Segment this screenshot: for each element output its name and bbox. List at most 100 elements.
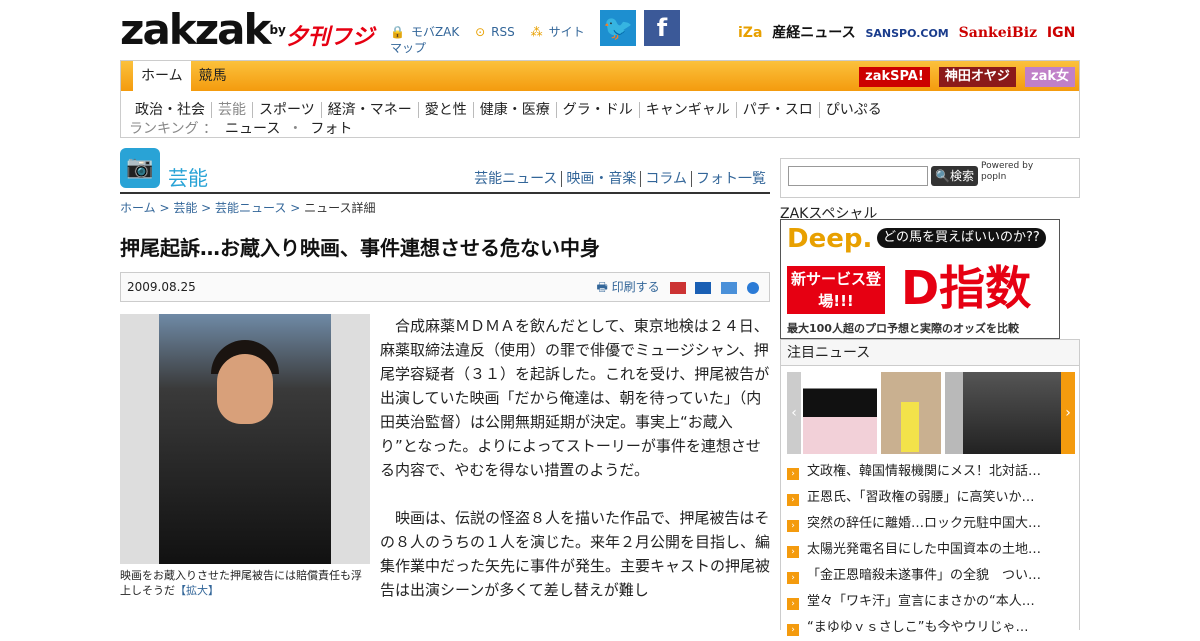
news-item[interactable]: › “まゆゆｖｓさしこ”も今やウリじゃ…	[787, 615, 1077, 641]
news-item[interactable]: › 文政権、韓国情報機関にメス！北対話…	[787, 459, 1077, 485]
cat-politics[interactable]: 政治・社会	[129, 102, 212, 118]
printer-icon[interactable]: 🖶	[597, 280, 608, 294]
sitemap-icon: ⁂	[530, 25, 543, 39]
breadcrumb: ホーム > 芸能 > 芸能ニュース > ニュース詳細	[120, 201, 376, 215]
sankei-news-logo[interactable]: 産経ニュース	[772, 25, 855, 41]
crumb-home[interactable]: ホーム	[120, 201, 156, 215]
cat-campaign-girl[interactable]: キャンギャル	[639, 102, 737, 118]
ign-logo[interactable]: IGN	[1047, 25, 1075, 41]
bookmark-2-icon[interactable]	[695, 281, 712, 294]
tab-home[interactable]: ホーム	[133, 61, 191, 91]
rss-icon: ⊙	[475, 25, 486, 39]
news-item[interactable]: › 堂々「ワキ汗」宣言にまさかの“本人…	[787, 589, 1077, 615]
sanspo-logo[interactable]: SANSPO.COM	[865, 27, 948, 40]
ranking-label: ランキング ：	[129, 121, 218, 137]
news-item[interactable]: › 「金正恩暗殺未遂事件」の全貌 つい…	[787, 563, 1077, 589]
crumb-current: ニュース詳細	[304, 201, 376, 215]
section-link-column[interactable]: コラム	[640, 171, 691, 187]
print-link[interactable]: 印刷する	[612, 280, 660, 294]
focus-news-title: 注目ニュース	[781, 340, 1079, 366]
ad-title: D指数	[901, 261, 1032, 315]
paragraph: 合成麻薬ＭＤＭＡを飲んだとして、東京地検は２４日、麻薬取締法違反（使用）の罪で俳…	[380, 317, 770, 479]
cat-health[interactable]: 健康・医療	[473, 102, 557, 118]
clip-icon[interactable]	[721, 281, 738, 294]
focus-news-list: › 文政権、韓国情報機関にメス！北対話… › 正恩氏、「習政権の弱腰」に高笑いか… …	[787, 459, 1077, 641]
facebook-icon[interactable]: f	[644, 10, 680, 46]
focus-news-box: 注目ニュース ‹ › › 文政権、韓国情報機関にメス！北対話… › 正恩氏、「習政権…	[780, 339, 1080, 636]
chevron-right-icon: ›	[787, 520, 799, 532]
iza-logo[interactable]: iZa	[738, 25, 762, 41]
kanda-oyaji-banner[interactable]: 神田オヤジ	[938, 67, 1016, 87]
ad-brand: Deep.	[787, 224, 873, 254]
carousel-thumb[interactable]	[803, 372, 877, 454]
bookmark-1-icon[interactable]	[669, 281, 686, 294]
section-links: 芸能ニュース 映画・音楽 コラム フォト一覧	[470, 168, 770, 188]
ranking-sep: ・	[288, 121, 303, 137]
article-tools: 🖶 印刷する	[597, 273, 759, 301]
zakspa-banner[interactable]: zakSPA!	[859, 67, 930, 87]
ad-badge: 新サービス登場!!!	[787, 266, 885, 314]
chevron-right-icon[interactable]: ›	[1061, 372, 1075, 454]
section-divider	[120, 192, 770, 194]
section-link-movie-music[interactable]: 映画・音楽	[561, 171, 641, 187]
search-button[interactable]: 🔍検索	[931, 166, 978, 186]
global-nav: ホーム 競馬 zakSPA! 神田オヤジ zak女 政治・社会 芸能 スポーツ 経済・…	[120, 60, 1080, 138]
photo-carousel: ‹ ›	[787, 372, 1075, 454]
mobazak-link[interactable]: 🔒 モバZAK	[390, 25, 465, 39]
chevron-right-icon: ›	[787, 546, 799, 558]
cat-sports[interactable]: スポーツ	[253, 102, 322, 118]
crumb-entertainment[interactable]: 芸能	[173, 201, 197, 215]
enlarge-link[interactable]: 【拡大】	[175, 584, 219, 597]
ad-footer: 最大100人超のプロ予想と実際のオッズを比較	[787, 322, 1019, 335]
photo-caption: 映画をお蔵入りさせた押尾被告には賠償責任も浮上しそうだ【拡大】	[120, 569, 362, 597]
section-title: 芸能	[168, 166, 208, 190]
cat-entertainment[interactable]: 芸能	[212, 102, 253, 118]
tab-keiba[interactable]: 競馬	[191, 61, 235, 91]
cat-economy[interactable]: 経済・マネー	[321, 102, 419, 118]
deep-ad-banner[interactable]: Deep. どの馬を買えばいいのか?? 新サービス登場!!! D指数 最大100…	[780, 219, 1060, 339]
article-meta-bar: 2009.08.25 🖶 印刷する	[120, 272, 770, 302]
section-link-news[interactable]: 芸能ニュース	[470, 171, 561, 187]
share-icon[interactable]	[747, 281, 759, 294]
news-item[interactable]: › 突然の辞任に離婚…ロック元駐中国大…	[787, 511, 1077, 537]
chevron-right-icon: ›	[787, 572, 799, 584]
article-date: 2009.08.25	[127, 280, 196, 294]
chevron-right-icon: ›	[787, 598, 799, 610]
top-links: 🔒 モバZAK ⊙ RSS ⁂ サイトマップ	[390, 24, 590, 56]
article-photo[interactable]	[120, 314, 370, 564]
chevron-left-icon[interactable]: ‹	[787, 372, 801, 454]
zakjo-banner[interactable]: zak女	[1025, 67, 1075, 87]
rss-link[interactable]: ⊙ RSS	[475, 25, 521, 39]
camera-icon: 📷	[120, 148, 160, 188]
twitter-icon[interactable]: 🐦	[600, 10, 636, 46]
news-item[interactable]: › 太陽光発電名目にした中国資本の土地…	[787, 537, 1077, 563]
crumb-ent-news[interactable]: 芸能ニュース	[215, 201, 286, 215]
chevron-right-icon: ›	[787, 468, 799, 480]
ad-question: どの馬を買えばいいのか??	[877, 228, 1046, 248]
nav-banners: zakSPA! 神田オヤジ zak女	[855, 65, 1075, 87]
logo-text: zakzak	[120, 5, 271, 54]
cat-people[interactable]: ぴいぷる	[820, 102, 888, 118]
site-search: 🔍検索 Powered by popIn	[780, 158, 1080, 198]
chevron-right-icon: ›	[787, 494, 799, 506]
ranking-nav: ランキング ： ニュース・フォト	[129, 118, 360, 138]
category-nav: 政治・社会 芸能 スポーツ 経済・マネー 愛と性 健康・医療 グラ・ドル キャンギャル パチ・ス…	[129, 99, 888, 119]
ranking-photo-link[interactable]: フォト	[310, 121, 352, 137]
ranking-news-link[interactable]: ニュース	[225, 121, 280, 137]
partner-logos: iZa 産経ニュース SANSPO.COM SankeiBiz IGN	[738, 22, 1080, 42]
cat-gradol[interactable]: グラ・ドル	[556, 102, 640, 118]
carousel-thumb[interactable]	[963, 372, 1061, 454]
cat-love[interactable]: 愛と性	[418, 102, 474, 118]
yukan-fuji-logo: 夕刊フジ	[285, 25, 374, 50]
section-link-photos[interactable]: フォト一覧	[691, 171, 770, 187]
lock-icon: 🔒	[390, 25, 405, 39]
cat-pachislot[interactable]: パチ・スロ	[736, 102, 820, 118]
powered-by-popin: Powered by popIn	[981, 161, 1034, 182]
search-input[interactable]	[788, 166, 928, 186]
news-item[interactable]: › 正恩氏、「習政権の弱腰」に高笑いか…	[787, 485, 1077, 511]
sankeibiz-logo[interactable]: SankeiBiz	[959, 25, 1037, 41]
carousel-thumb[interactable]	[881, 372, 941, 454]
zakzak-logo[interactable]: zakzakby夕刊フジ	[120, 9, 374, 58]
chevron-right-icon: ›	[787, 624, 799, 636]
nav-tab-bar: ホーム 競馬 zakSPA! 神田オヤジ zak女	[121, 61, 1079, 91]
